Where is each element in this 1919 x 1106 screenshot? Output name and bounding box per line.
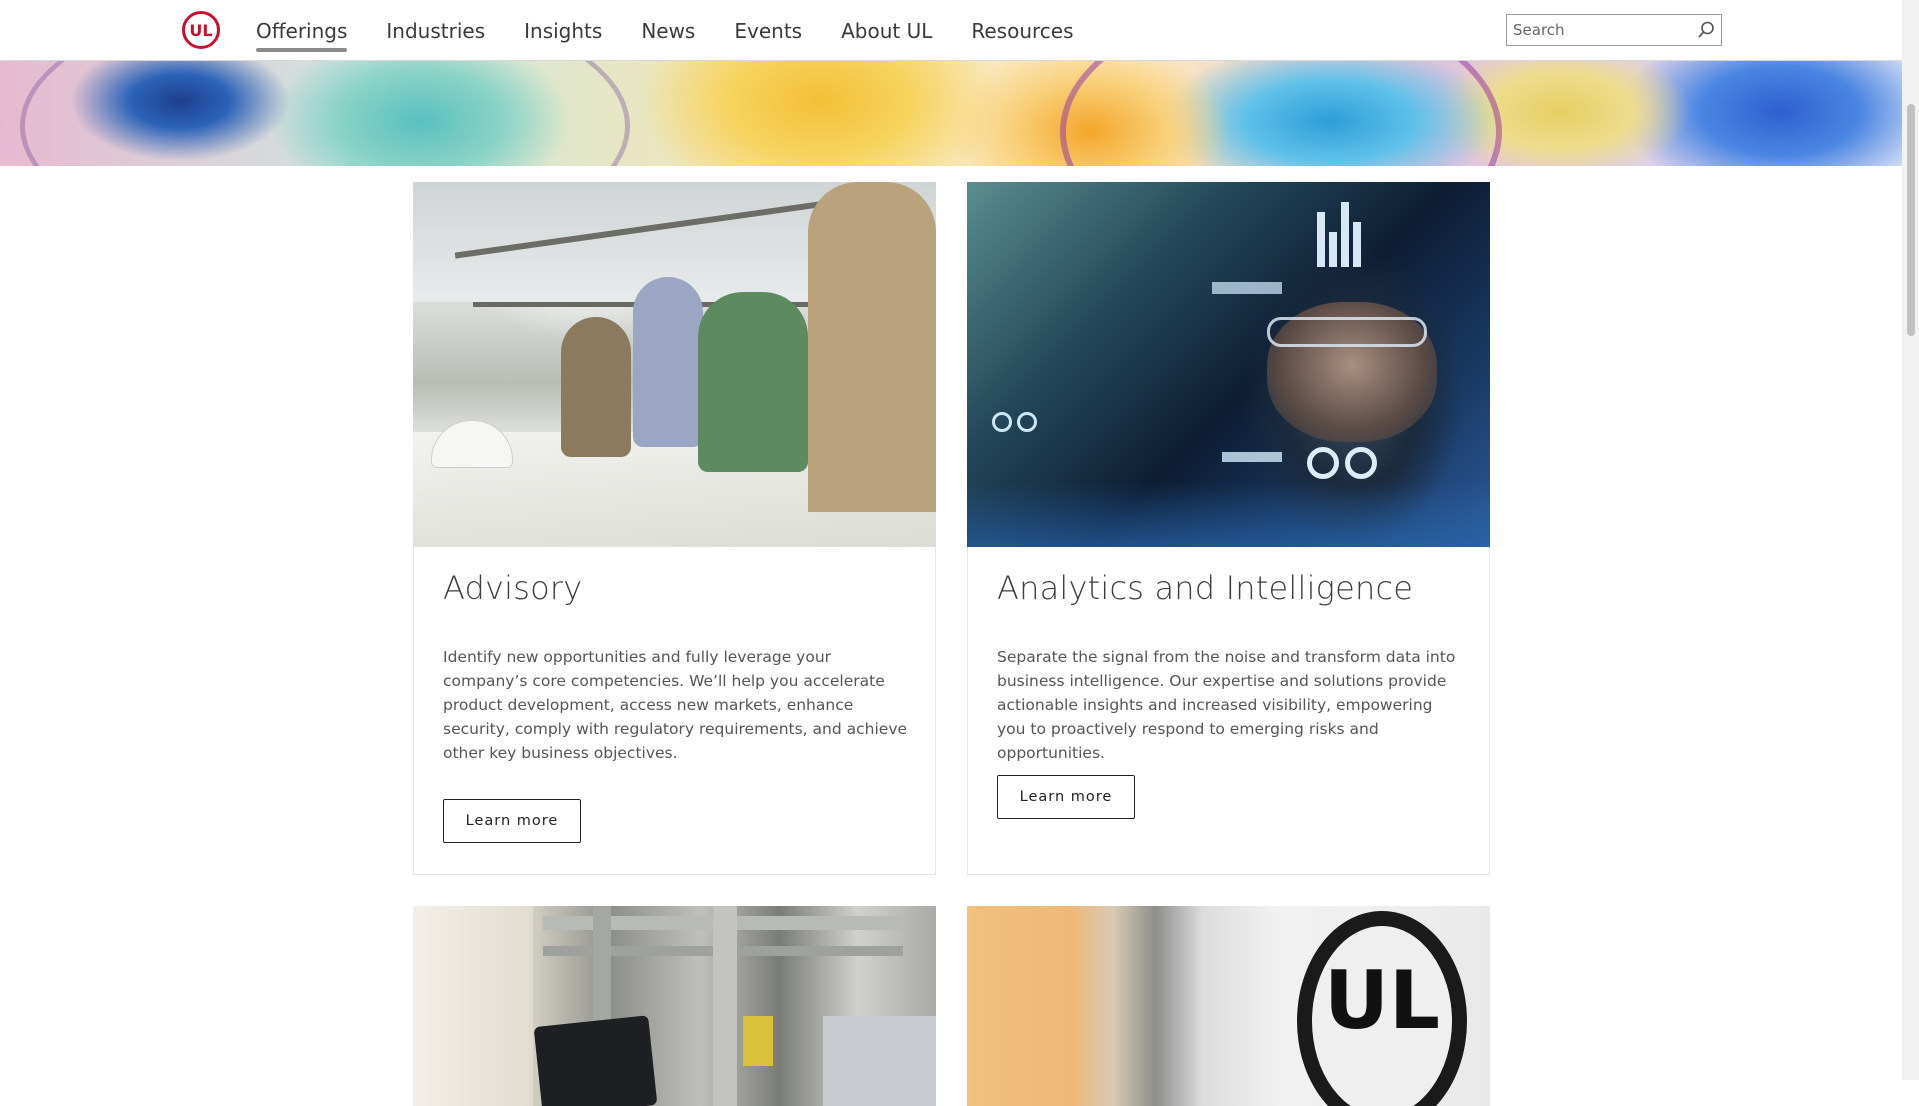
card-description: Identify new opportunities and fully lev…	[443, 648, 908, 762]
learn-more-button[interactable]: Learn more	[443, 799, 581, 843]
page-scrollbar[interactable]	[1902, 0, 1919, 1080]
woman-with-data-overlay-image	[967, 182, 1490, 547]
hero-banner-image	[0, 61, 1902, 166]
logo-text: UL	[189, 21, 212, 40]
nav-item-resources[interactable]: Resources	[971, 0, 1073, 60]
ul-mark-text: UL	[1324, 954, 1440, 1047]
nav-item-offerings[interactable]: Offerings	[256, 0, 348, 60]
learn-more-button[interactable]: Learn more	[997, 775, 1135, 819]
site-header: UL Offerings Industries Insights News Ev…	[0, 0, 1902, 61]
card-ul-mark: UL	[967, 906, 1490, 1106]
search-input[interactable]	[1507, 15, 1687, 45]
scrollbar-thumb[interactable]	[1907, 104, 1915, 336]
nav-item-insights[interactable]: Insights	[524, 0, 602, 60]
search-box	[1506, 14, 1722, 46]
nav-item-news[interactable]: News	[641, 0, 695, 60]
nav-item-about-ul[interactable]: About UL	[841, 0, 932, 60]
ul-logo-icon[interactable]: UL	[181, 10, 221, 50]
card-advisory: Advisory Identify new opportunities and …	[413, 182, 936, 875]
card-industrial	[413, 906, 936, 1106]
card-description: Separate the signal from the noise and t…	[997, 648, 1456, 762]
card-analytics-intelligence: Analytics and Intelligence Separate the …	[967, 182, 1490, 875]
search-icon[interactable]	[1697, 21, 1715, 39]
nav-item-industries[interactable]: Industries	[386, 0, 485, 60]
card-title: Analytics and Intelligence	[997, 569, 1414, 607]
main-nav: Offerings Industries Insights News Event…	[256, 0, 1113, 60]
nav-item-events[interactable]: Events	[734, 0, 802, 60]
team-reviewing-blueprints-image	[413, 182, 936, 547]
ul-mark-image: UL	[967, 906, 1490, 1106]
industrial-tablet-image	[413, 906, 936, 1106]
card-title: Advisory	[443, 569, 583, 607]
